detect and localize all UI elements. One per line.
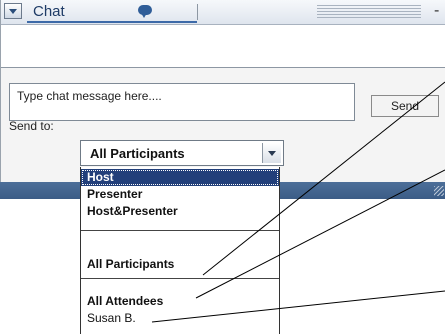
callout-line-participants (202, 81, 445, 276)
callout-line-attendees (195, 169, 445, 299)
callout-line-individual (151, 290, 445, 323)
callout-lines (151, 81, 445, 323)
